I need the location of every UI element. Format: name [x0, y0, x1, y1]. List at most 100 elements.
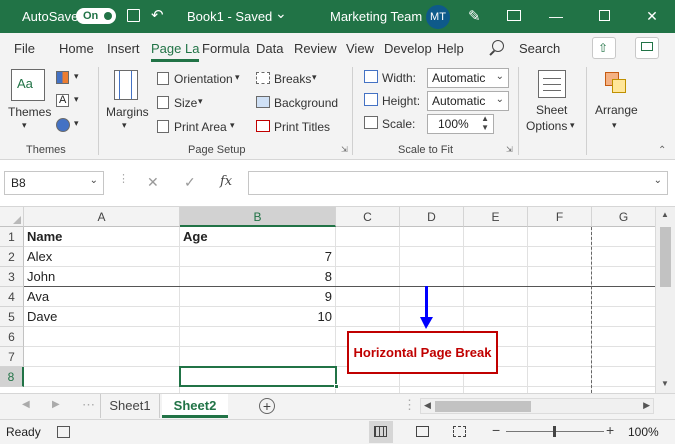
maximize-icon[interactable] — [594, 6, 614, 26]
more-sheets-icon[interactable]: ⋯ — [82, 397, 95, 413]
tab-help[interactable]: Help — [437, 41, 464, 56]
empty-cell[interactable] — [400, 287, 464, 307]
column-header-b[interactable]: B — [180, 207, 336, 227]
empty-cell[interactable] — [592, 287, 655, 307]
prev-sheet-icon[interactable]: ◀ — [22, 399, 30, 410]
sheet-options-label[interactable]: Sheet — [536, 103, 567, 117]
fonts-dropdown-icon[interactable]: ▾ — [74, 94, 79, 105]
margins-dropdown-icon[interactable]: ▾ — [122, 120, 127, 131]
empty-cell[interactable] — [24, 327, 180, 347]
empty-cell[interactable] — [400, 267, 464, 287]
cell-b2[interactable]: 7 — [180, 247, 336, 267]
cell-a3[interactable]: John — [24, 267, 180, 287]
tab-developer[interactable]: Develop — [384, 41, 432, 56]
close-icon[interactable]: ✕ — [642, 6, 662, 26]
scroll-up-icon[interactable]: ▲ — [661, 210, 669, 219]
zoom-level[interactable]: 100% — [628, 425, 659, 439]
empty-cell[interactable] — [464, 307, 528, 327]
hscroll-split-icon[interactable]: ⋮ — [403, 397, 416, 413]
empty-cell[interactable] — [464, 267, 528, 287]
empty-cell[interactable] — [528, 267, 592, 287]
empty-cell[interactable] — [464, 287, 528, 307]
breaks-dropdown-icon[interactable]: ▾ — [312, 72, 317, 83]
selected-cell-b8[interactable] — [179, 366, 339, 389]
empty-cell[interactable] — [592, 227, 655, 247]
effects-icon[interactable] — [56, 118, 70, 132]
cell-b5[interactable]: 10 — [180, 307, 336, 327]
tab-data[interactable]: Data — [256, 41, 283, 56]
fill-handle[interactable] — [334, 384, 339, 389]
sheet-tab-sheet1[interactable]: Sheet1 — [100, 394, 160, 418]
cell-b4[interactable]: 9 — [180, 287, 336, 307]
collapse-ribbon-icon[interactable]: ⌃ — [658, 145, 666, 156]
orientation-label[interactable]: Orientation — [174, 72, 233, 86]
empty-cell[interactable] — [592, 267, 655, 287]
tab-review[interactable]: Review — [294, 41, 337, 56]
row-header-5[interactable]: 5 — [0, 307, 24, 327]
empty-cell[interactable] — [336, 267, 400, 287]
autosave-toggle[interactable]: On — [76, 8, 116, 24]
scale-stepper[interactable]: 100% ▲ ▼ — [427, 114, 494, 134]
title-dropdown-icon[interactable]: ⌄ — [275, 5, 287, 22]
print-titles-icon[interactable] — [256, 120, 270, 132]
add-sheet-icon[interactable]: + — [259, 398, 275, 414]
cell-b3[interactable]: 8 — [180, 267, 336, 287]
save-icon[interactable] — [127, 9, 140, 22]
stepper-down-icon[interactable]: ▼ — [481, 123, 489, 132]
select-all-corner[interactable] — [0, 207, 24, 227]
print-area-label[interactable]: Print Area — [174, 120, 227, 134]
row-header-4[interactable]: 4 — [0, 287, 24, 307]
column-header-g[interactable]: G — [592, 207, 655, 227]
minimize-icon[interactable]: — — [546, 6, 566, 26]
empty-cell[interactable] — [528, 307, 592, 327]
width-dropdown[interactable]: Automatic ⌄ — [427, 68, 509, 88]
empty-cell[interactable] — [592, 347, 655, 367]
sheet-options-dropdown-icon[interactable]: ▾ — [570, 120, 575, 131]
empty-cell[interactable] — [24, 367, 180, 387]
tab-formulas[interactable]: Formula — [202, 41, 250, 56]
sheet-options-icon[interactable] — [538, 70, 566, 98]
name-box[interactable]: B8 ⌄ — [4, 171, 104, 195]
size-label[interactable]: Size — [174, 96, 197, 110]
empty-cell[interactable] — [464, 247, 528, 267]
scroll-left-icon[interactable]: ◀ — [424, 400, 431, 411]
row-header-7[interactable]: 7 — [0, 347, 24, 367]
margins-label[interactable]: Margins — [106, 105, 149, 119]
themes-dropdown-icon[interactable]: ▾ — [22, 120, 27, 131]
column-header-f[interactable]: F — [528, 207, 592, 227]
chevron-down-icon[interactable]: ⌄ — [90, 175, 98, 186]
page-break-preview-icon[interactable] — [453, 426, 466, 437]
empty-cell[interactable] — [464, 227, 528, 247]
breaks-label[interactable]: Breaks — [274, 72, 311, 86]
empty-cell[interactable] — [592, 247, 655, 267]
empty-cell[interactable] — [180, 347, 336, 367]
empty-cell[interactable] — [528, 287, 592, 307]
tab-view[interactable]: View — [346, 41, 374, 56]
accessibility-icon[interactable] — [57, 426, 70, 438]
empty-cell[interactable] — [180, 327, 336, 347]
insert-function-icon[interactable]: fx — [220, 174, 232, 189]
next-sheet-icon[interactable]: ▶ — [52, 399, 60, 410]
effects-dropdown-icon[interactable]: ▾ — [74, 118, 79, 129]
pen-icon[interactable]: ✎ — [468, 7, 481, 25]
cell-a1[interactable]: Name — [24, 227, 180, 247]
row-header-3[interactable]: 3 — [0, 267, 24, 287]
hscroll-thumb[interactable] — [435, 401, 531, 412]
page-layout-view-icon[interactable] — [416, 426, 429, 437]
row-header-2[interactable]: 2 — [0, 247, 24, 267]
row-header-1[interactable]: 1 — [0, 227, 24, 247]
size-icon[interactable] — [157, 96, 169, 109]
normal-view-button[interactable] — [369, 421, 393, 443]
document-title[interactable]: Book1 - Saved — [187, 9, 272, 24]
empty-cell[interactable] — [592, 367, 655, 387]
themes-button-label[interactable]: Themes — [8, 105, 51, 119]
comments-icon[interactable] — [635, 37, 659, 59]
tab-page-layout[interactable]: Page La — [151, 41, 200, 62]
empty-cell[interactable] — [336, 227, 400, 247]
scale-launcher-icon[interactable]: ⇲ — [506, 145, 513, 154]
cell-a5[interactable]: Dave — [24, 307, 180, 327]
search-label[interactable]: Search — [519, 41, 560, 56]
page-setup-launcher-icon[interactable]: ⇲ — [341, 145, 348, 154]
column-header-e[interactable]: E — [464, 207, 528, 227]
empty-cell[interactable] — [400, 247, 464, 267]
